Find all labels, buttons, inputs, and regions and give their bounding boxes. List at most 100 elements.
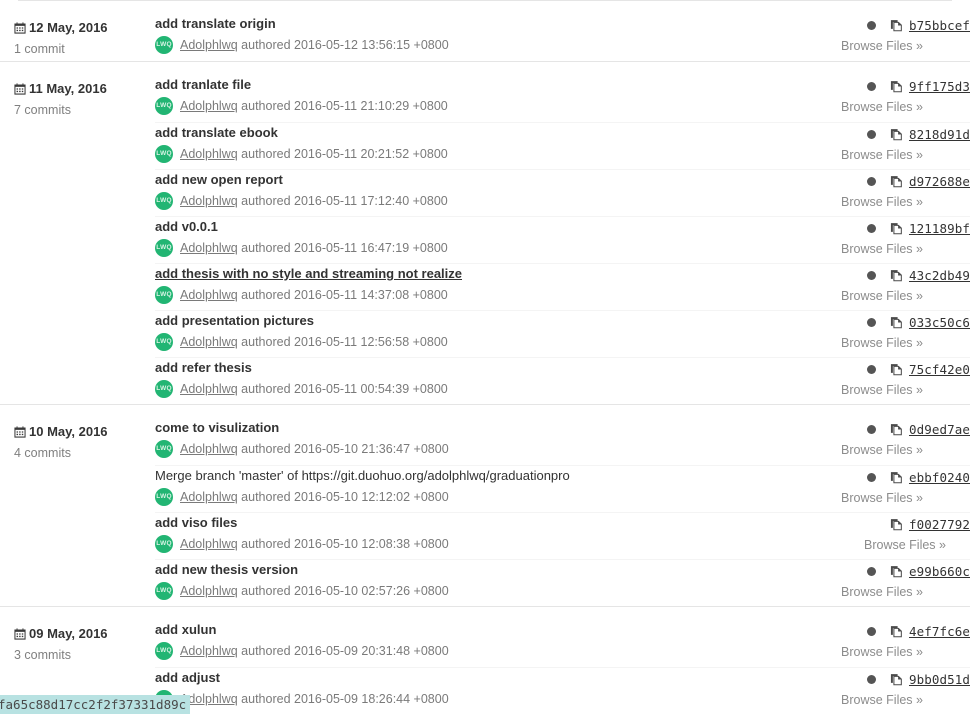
commit-title-link[interactable]: add thesis with no style and streaming n…: [155, 265, 462, 283]
commit-sha[interactable]: f0027792: [909, 517, 970, 532]
commit-title-link[interactable]: Merge branch 'master' of https://git.duo…: [155, 467, 570, 485]
commit-title-link[interactable]: add translate origin: [155, 15, 276, 33]
avatar[interactable]: LWQ: [155, 642, 173, 660]
copy-sha-icon[interactable]: [890, 471, 903, 484]
commit-sha[interactable]: 9ff175d3: [909, 79, 970, 94]
copy-sha-icon[interactable]: [890, 565, 903, 578]
avatar[interactable]: LWQ: [155, 488, 173, 506]
commit-title-link[interactable]: come to visulization: [155, 419, 279, 437]
browse-files-link[interactable]: Browse Files »: [841, 693, 923, 707]
avatar[interactable]: LWQ: [155, 192, 173, 210]
commit-status-dot[interactable]: [866, 81, 876, 91]
commit-sha[interactable]: d972688e: [909, 174, 970, 189]
author-name-link[interactable]: Adolphlwq: [180, 335, 238, 349]
copy-sha-icon[interactable]: [890, 222, 903, 235]
copy-sha-icon[interactable]: [890, 269, 903, 282]
commit-title-link[interactable]: add viso files: [155, 514, 237, 532]
commit-title-link[interactable]: add refer thesis: [155, 359, 252, 377]
commit-title-link[interactable]: add v0.0.1: [155, 218, 218, 236]
author-name-link[interactable]: Adolphlwq: [180, 442, 238, 456]
browse-files-link[interactable]: Browse Files »: [841, 100, 923, 114]
commit-date-group: 12 May, 2016 1 commit add translate origin…: [0, 1, 970, 61]
commit-status-dot[interactable]: [866, 20, 876, 30]
commit-status-dot[interactable]: [866, 566, 876, 576]
copy-sha-icon[interactable]: [890, 80, 903, 93]
author-name-link[interactable]: Adolphlwq: [180, 288, 238, 302]
commit-title-link[interactable]: add xulun: [155, 621, 216, 639]
author-name-link[interactable]: Adolphlwq: [180, 241, 238, 255]
commit-status-dot[interactable]: [866, 364, 876, 374]
avatar[interactable]: LWQ: [155, 145, 173, 163]
commit-sha[interactable]: e99b660c: [909, 564, 970, 579]
commit-timestamp: 2016-05-10 12:12:02 +0800: [294, 490, 449, 504]
copy-sha-icon[interactable]: [890, 673, 903, 686]
copy-sha-icon[interactable]: [890, 19, 903, 32]
avatar[interactable]: LWQ: [155, 333, 173, 351]
commit-sha[interactable]: ebbf0240: [909, 470, 970, 485]
commit-title-link[interactable]: add tranlate file: [155, 76, 251, 94]
author-name-link[interactable]: Adolphlwq: [180, 194, 238, 208]
author-name-link[interactable]: Adolphlwq: [180, 99, 238, 113]
commit-status-dot[interactable]: [866, 472, 876, 482]
browse-files-link[interactable]: Browse Files »: [841, 336, 923, 350]
browse-files-link[interactable]: Browse Files »: [864, 538, 946, 552]
avatar[interactable]: LWQ: [155, 97, 173, 115]
commit-timestamp: 2016-05-09 20:31:48 +0800: [294, 644, 449, 658]
commit-status-dot[interactable]: [866, 674, 876, 684]
commit-title-link[interactable]: add new thesis version: [155, 561, 298, 579]
copy-sha-icon[interactable]: [890, 175, 903, 188]
author-name-link[interactable]: Adolphlwq: [180, 382, 238, 396]
browse-files-link[interactable]: Browse Files »: [841, 242, 923, 256]
commit-status-dot[interactable]: [866, 223, 876, 233]
copy-sha-icon[interactable]: [890, 625, 903, 638]
avatar[interactable]: LWQ: [155, 440, 173, 458]
commit-title-link[interactable]: add new open report: [155, 171, 283, 189]
avatar[interactable]: LWQ: [155, 239, 173, 257]
browse-files-link[interactable]: Browse Files »: [841, 148, 923, 162]
commit-title-link[interactable]: add translate ebook: [155, 124, 278, 142]
commit-sha[interactable]: 4ef7fc6e: [909, 624, 970, 639]
browse-files-link[interactable]: Browse Files »: [841, 383, 923, 397]
copy-sha-icon[interactable]: [890, 423, 903, 436]
commit-sha[interactable]: b75bbcef: [909, 18, 970, 33]
browse-files-link[interactable]: Browse Files »: [841, 289, 923, 303]
commit-status-dot[interactable]: [866, 317, 876, 327]
author-name-link[interactable]: Adolphlwq: [180, 147, 238, 161]
commit-sha[interactable]: 0d9ed7ae: [909, 422, 970, 437]
copy-sha-icon[interactable]: [890, 518, 903, 531]
commit-sha[interactable]: 75cf42e0: [909, 362, 970, 377]
commit-status-dot[interactable]: [866, 424, 876, 434]
commit-status-dot[interactable]: [866, 129, 876, 139]
copy-sha-icon[interactable]: [890, 363, 903, 376]
browse-files-link[interactable]: Browse Files »: [841, 645, 923, 659]
author-name-link[interactable]: Adolphlwq: [180, 490, 238, 504]
browse-files-link[interactable]: Browse Files »: [841, 39, 923, 53]
commit-status-dot[interactable]: [866, 626, 876, 636]
commit-title-link[interactable]: add presentation pictures: [155, 312, 314, 330]
commit-status-dot[interactable]: [866, 270, 876, 280]
browse-files-link[interactable]: Browse Files »: [841, 195, 923, 209]
avatar[interactable]: LWQ: [155, 380, 173, 398]
commit-sha[interactable]: 8218d91d: [909, 127, 970, 142]
commit-status-dot[interactable]: [866, 176, 876, 186]
browse-files-link[interactable]: Browse Files »: [841, 443, 923, 457]
copy-sha-icon[interactable]: [890, 128, 903, 141]
author-name-link[interactable]: Adolphlwq: [180, 644, 238, 658]
author-name-link[interactable]: Adolphlwq: [180, 537, 238, 551]
avatar[interactable]: LWQ: [155, 36, 173, 54]
browse-files-link[interactable]: Browse Files »: [841, 585, 923, 599]
avatar[interactable]: LWQ: [155, 582, 173, 600]
avatar[interactable]: LWQ: [155, 286, 173, 304]
author-name-link[interactable]: Adolphlwq: [180, 584, 238, 598]
commit-sha[interactable]: 9bb0d51d: [909, 672, 970, 687]
commit-sha[interactable]: 033c50c6: [909, 315, 970, 330]
avatar[interactable]: LWQ: [155, 535, 173, 553]
author-name-link[interactable]: Adolphlwq: [180, 38, 238, 52]
commit-groups-container: 12 May, 2016 1 commit add translate origin…: [0, 1, 970, 714]
browse-files-link[interactable]: Browse Files »: [841, 491, 923, 505]
copy-sha-icon[interactable]: [890, 316, 903, 329]
commit-title-link[interactable]: add adjust: [155, 669, 220, 687]
commit-sha[interactable]: 43c2db49: [909, 268, 970, 283]
commit-main: add xulun LWQ Adolphlwq authored 2016-05-0…: [155, 620, 770, 660]
commit-sha[interactable]: 121189bf: [909, 221, 970, 236]
